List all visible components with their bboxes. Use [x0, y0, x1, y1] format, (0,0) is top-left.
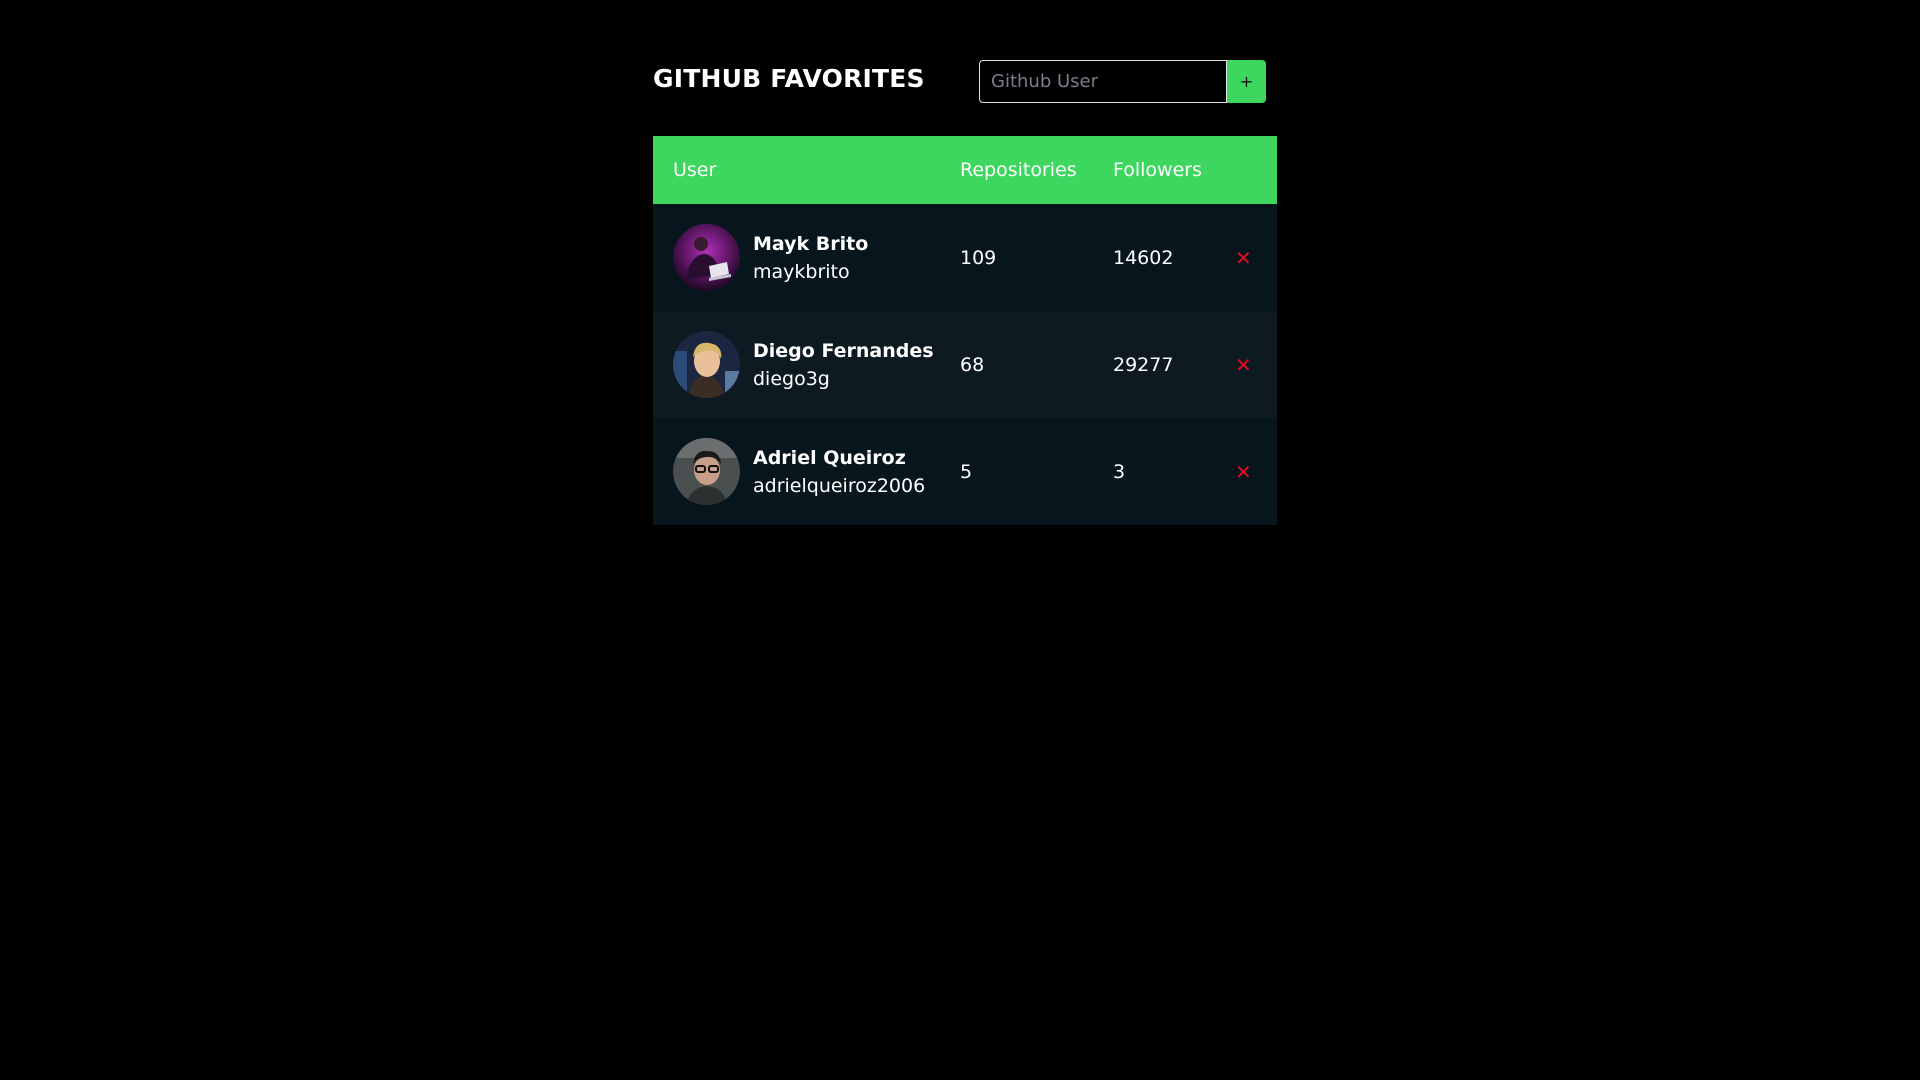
user-text: Mayk Brito maykbrito [753, 233, 868, 283]
remove-cell: ✕ [1231, 311, 1277, 418]
user-name: Diego Fernandes [753, 339, 934, 362]
avatar-image [673, 331, 740, 398]
repositories-count: 109 [960, 246, 997, 269]
remove-cell: ✕ [1231, 418, 1277, 525]
table-row: Adriel Queiroz adrielqueiroz2006 5 3 ✕ [653, 418, 1277, 525]
avatar-image [673, 224, 740, 291]
column-header-remove [1231, 136, 1277, 204]
avatar[interactable] [673, 438, 740, 505]
user-cell: Adriel Queiroz adrielqueiroz2006 [653, 418, 960, 525]
user-text: Diego Fernandes diego3g [753, 340, 934, 390]
user-text: Adriel Queiroz adrielqueiroz2006 [753, 447, 925, 497]
user-info: Adriel Queiroz adrielqueiroz2006 [673, 438, 960, 505]
remove-button[interactable]: ✕ [1231, 353, 1256, 377]
repositories-count: 5 [960, 460, 973, 483]
user-info: Diego Fernandes diego3g [673, 331, 960, 398]
user-login: adrielqueiroz2006 [753, 474, 926, 497]
avatar[interactable] [673, 224, 740, 291]
table-body: Mayk Brito maykbrito 109 14602 ✕ Diego F… [653, 204, 1277, 525]
app-container: GITHUB FAVORITES + User Repositories Fol… [653, 60, 1277, 525]
table-header-row: User Repositories Followers [653, 136, 1277, 204]
remove-button[interactable]: ✕ [1231, 460, 1256, 484]
header: GITHUB FAVORITES + [653, 60, 1277, 104]
search-bar: + [979, 60, 1266, 103]
user-name: Adriel Queiroz [753, 446, 906, 469]
user-info: Mayk Brito maykbrito [673, 224, 960, 291]
followers-count: 3 [1113, 460, 1126, 483]
user-login: diego3g [753, 367, 830, 390]
page-title: GITHUB FAVORITES [653, 64, 925, 93]
search-input[interactable] [979, 60, 1227, 103]
add-user-button[interactable]: + [1227, 60, 1266, 103]
user-cell: Diego Fernandes diego3g [653, 311, 960, 418]
table-row: Mayk Brito maykbrito 109 14602 ✕ [653, 204, 1277, 311]
favorites-table: User Repositories Followers Mayk Brito m… [653, 136, 1277, 525]
user-name: Mayk Brito [753, 232, 869, 255]
column-header-user: User [673, 159, 717, 181]
avatar[interactable] [673, 331, 740, 398]
repositories-count: 68 [960, 353, 985, 376]
remove-button[interactable]: ✕ [1231, 246, 1256, 270]
followers-count: 29277 [1113, 353, 1174, 376]
column-header-repositories: Repositories [960, 159, 1077, 181]
remove-cell: ✕ [1231, 204, 1277, 311]
user-cell: Mayk Brito maykbrito [653, 204, 960, 311]
user-login: maykbrito [753, 260, 850, 283]
column-header-followers: Followers [1113, 159, 1202, 181]
followers-count: 14602 [1113, 246, 1174, 269]
table-header: User Repositories Followers [653, 136, 1277, 204]
table-row: Diego Fernandes diego3g 68 29277 ✕ [653, 311, 1277, 418]
avatar-image [673, 438, 740, 505]
